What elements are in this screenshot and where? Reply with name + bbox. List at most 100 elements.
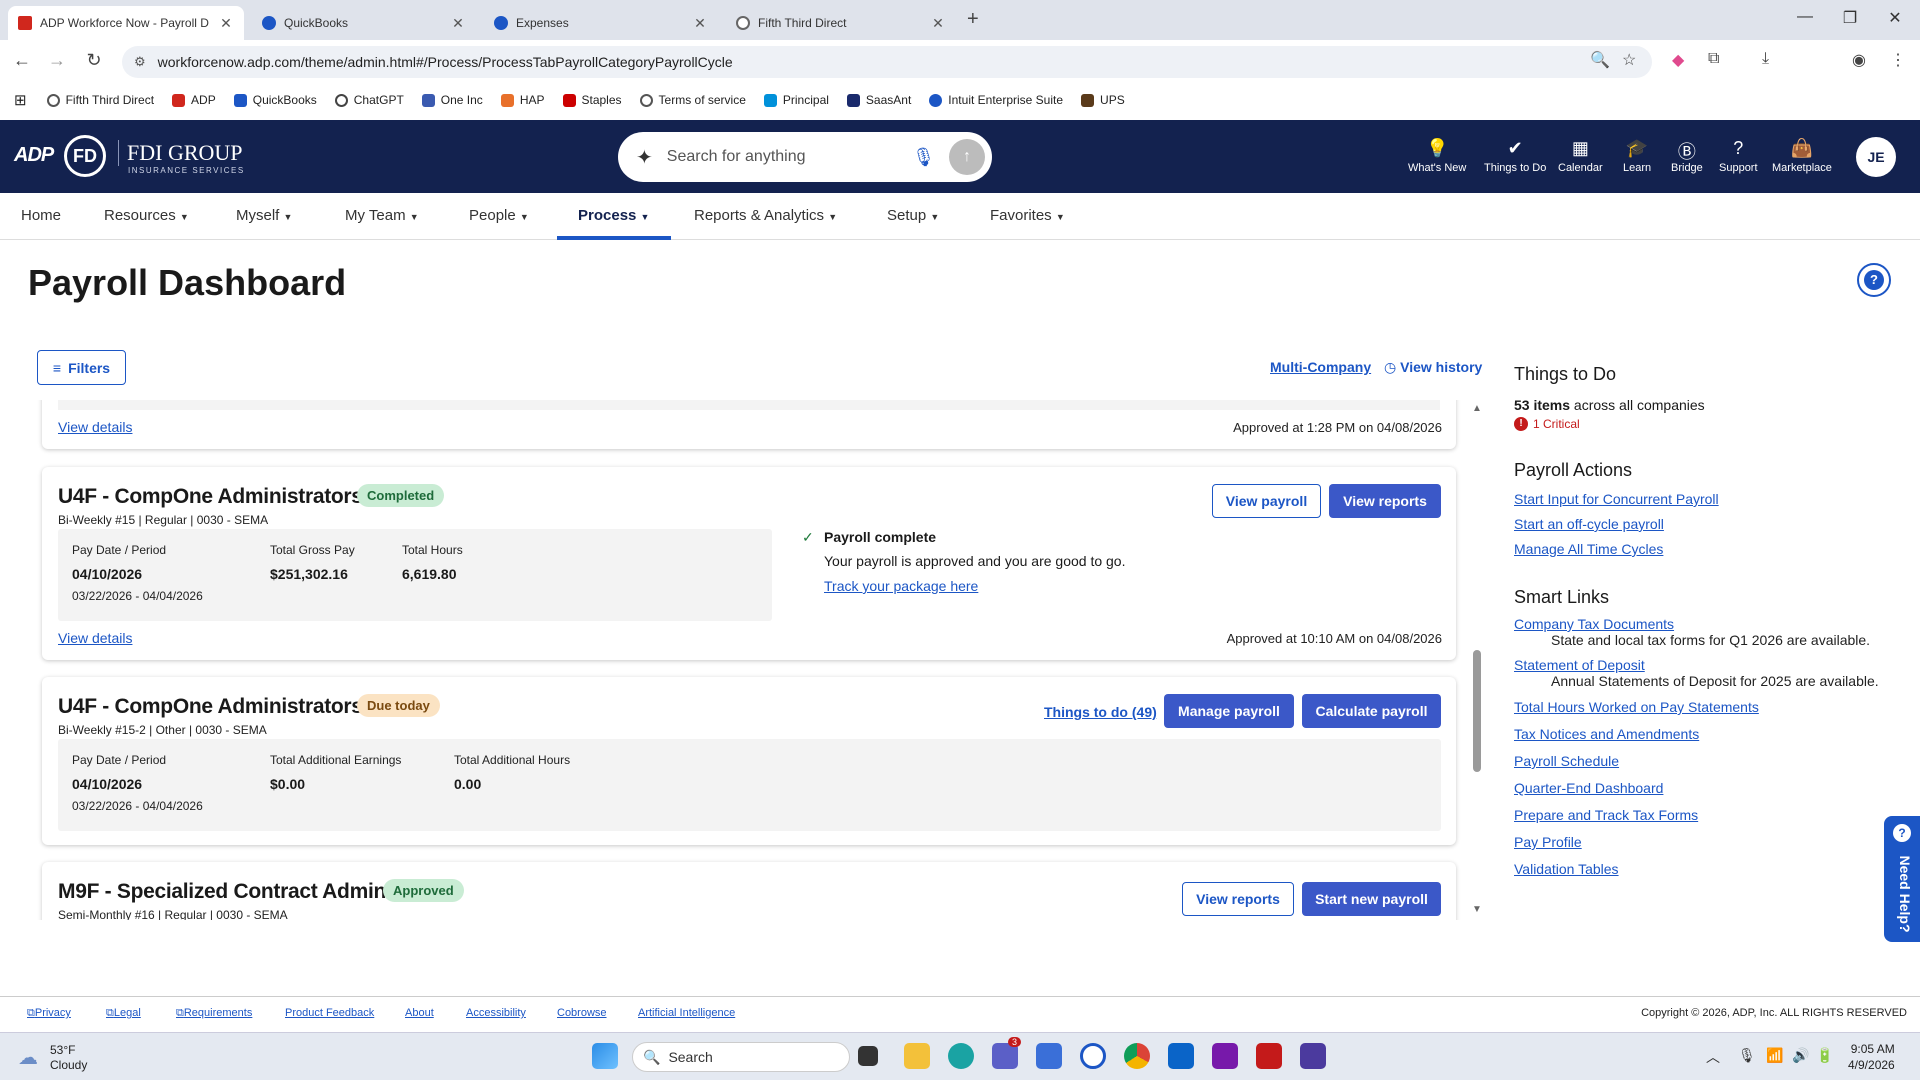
- footer-legal-link[interactable]: ⧉Legal: [106, 1007, 141, 1020]
- global-search[interactable]: ✦ Search for anything 🎙 ↑: [618, 132, 992, 182]
- menu-dots-icon[interactable]: ⋮: [1890, 50, 1906, 70]
- file-explorer-icon[interactable]: [904, 1043, 930, 1069]
- need-help-tab[interactable]: ? Need Help?: [1884, 816, 1920, 942]
- nav-home[interactable]: Home: [21, 207, 61, 224]
- view-payroll-button[interactable]: View payroll: [1212, 484, 1321, 518]
- quarter-end-dashboard-link[interactable]: Quarter-End Dashboard: [1514, 780, 1914, 796]
- view-details-link[interactable]: View details: [58, 630, 132, 646]
- things-to-do-link[interactable]: Things to do (49): [1044, 704, 1157, 720]
- network-app-icon[interactable]: [1036, 1043, 1062, 1069]
- start-new-payroll-button[interactable]: Start new payroll: [1302, 882, 1441, 916]
- taskbar-search[interactable]: 🔍 Search: [632, 1042, 850, 1072]
- windows-start-icon[interactable]: [592, 1043, 618, 1069]
- apps-grid-icon[interactable]: ⊞: [14, 91, 27, 109]
- acrobat-icon[interactable]: [1256, 1043, 1282, 1069]
- footer-product-feedback-link[interactable]: Product Feedback: [285, 1007, 374, 1019]
- scroll-down-arrow-icon[interactable]: ▼: [1472, 904, 1482, 915]
- wifi-icon[interactable]: 📶: [1766, 1047, 1783, 1064]
- footer-privacy-link[interactable]: ⧉Privacy: [27, 1007, 71, 1020]
- bookmark-star-icon[interactable]: ☆: [1622, 50, 1636, 70]
- bookmark-terms[interactable]: Terms of service: [639, 93, 746, 107]
- battery-icon[interactable]: 🔋: [1816, 1047, 1833, 1064]
- downloads-icon[interactable]: ⤓: [1762, 50, 1769, 68]
- bookmark-hap[interactable]: HAP: [500, 93, 545, 107]
- marketplace-button[interactable]: 👜 Marketplace: [1772, 138, 1832, 174]
- zoom-icon[interactable]: 🔍: [1590, 50, 1610, 70]
- close-tab-icon[interactable]: ✕: [450, 15, 466, 32]
- off-cycle-payroll-link[interactable]: Start an off-cycle payroll: [1514, 516, 1914, 532]
- bookmark-fifth-third[interactable]: Fifth Third Direct: [46, 93, 154, 107]
- adp-logo[interactable]: ADP: [14, 144, 54, 167]
- bookmark-quickbooks[interactable]: QuickBooks: [233, 93, 317, 107]
- company-tax-documents-link[interactable]: Company Tax Documents: [1514, 616, 1914, 632]
- outlook-icon[interactable]: [1168, 1043, 1194, 1069]
- minimize-icon[interactable]: —: [1785, 8, 1825, 26]
- calculate-payroll-button[interactable]: Calculate payroll: [1302, 694, 1441, 728]
- tax-forms-link[interactable]: Prepare and Track Tax Forms: [1514, 807, 1914, 823]
- nav-reports-analytics[interactable]: Reports & Analytics ▼: [694, 207, 837, 224]
- nav-myself[interactable]: Myself ▼: [236, 207, 292, 224]
- user-avatar[interactable]: JE: [1856, 137, 1896, 177]
- pay-profile-link[interactable]: Pay Profile: [1514, 834, 1914, 850]
- view-reports-button[interactable]: View reports: [1182, 882, 1294, 916]
- scroll-up-arrow-icon[interactable]: ▲: [1472, 403, 1482, 414]
- footer-cobrowse-link[interactable]: Cobrowse: [557, 1007, 607, 1019]
- back-arrow-icon[interactable]: ←: [10, 50, 34, 71]
- nav-my-team[interactable]: My Team ▼: [345, 207, 419, 224]
- close-tab-icon[interactable]: ✕: [218, 15, 234, 32]
- search-input[interactable]: Search for anything: [667, 148, 912, 166]
- tax-notices-link[interactable]: Tax Notices and Amendments: [1514, 726, 1914, 742]
- start-concurrent-payroll-link[interactable]: Start Input for Concurrent Payroll: [1514, 491, 1914, 507]
- page-help-icon[interactable]: ?: [1857, 263, 1891, 297]
- task-view-icon[interactable]: [858, 1046, 878, 1066]
- edge-icon[interactable]: [948, 1043, 974, 1069]
- footer-requirements-link[interactable]: ⧉Requirements: [176, 1007, 252, 1020]
- bridge-button[interactable]: Ⓑ Bridge: [1671, 138, 1703, 174]
- extensions-puzzle-icon[interactable]: ⧉: [1708, 50, 1719, 68]
- nav-setup[interactable]: Setup ▼: [887, 207, 939, 224]
- close-tab-icon[interactable]: ✕: [930, 15, 946, 32]
- close-tab-icon[interactable]: ✕: [692, 15, 708, 32]
- whats-new-button[interactable]: 💡 What's New: [1408, 138, 1466, 174]
- scrollbar-thumb[interactable]: [1473, 650, 1481, 772]
- tray-chevron-icon[interactable]: ︿: [1706, 1047, 1720, 1067]
- filters-button[interactable]: ≡ Filters: [37, 350, 126, 385]
- reload-icon[interactable]: ↻: [82, 50, 106, 71]
- nav-people[interactable]: People ▼: [469, 207, 529, 224]
- total-hours-link[interactable]: Total Hours Worked on Pay Statements: [1514, 699, 1914, 715]
- critical-alert[interactable]: ! 1 Critical: [1514, 417, 1914, 431]
- bookmark-intuit-enterprise[interactable]: Intuit Enterprise Suite: [929, 93, 1063, 107]
- site-info-icon[interactable]: ⚙: [134, 54, 146, 70]
- bookmark-ups[interactable]: UPS: [1081, 93, 1125, 107]
- bookmark-adp[interactable]: ADP: [172, 93, 216, 107]
- manage-time-cycles-link[interactable]: Manage All Time Cycles: [1514, 541, 1914, 557]
- microphone-icon[interactable]: 🎙: [912, 147, 935, 168]
- new-tab-plus-icon[interactable]: +: [967, 8, 979, 31]
- view-reports-button[interactable]: View reports: [1329, 484, 1441, 518]
- bookmark-saasant[interactable]: SaasAnt: [846, 93, 911, 107]
- multi-company-link[interactable]: Multi-Company: [1270, 359, 1371, 375]
- tray-mic-icon[interactable]: 🎙: [1738, 1047, 1756, 1064]
- view-history-link[interactable]: ◷ View history: [1384, 359, 1482, 376]
- system-clock[interactable]: 9:05 AM 4/9/2026: [1848, 1041, 1895, 1073]
- volume-icon[interactable]: 🔊: [1792, 1047, 1809, 1064]
- footer-about-link[interactable]: About: [405, 1007, 434, 1019]
- bookmark-one-inc[interactable]: One Inc: [421, 93, 483, 107]
- view-details-link[interactable]: View details: [58, 419, 132, 435]
- track-package-link[interactable]: Track your package here: [824, 578, 978, 594]
- bookmark-chatgpt[interactable]: ChatGPT: [334, 93, 404, 107]
- footer-accessibility-link[interactable]: Accessibility: [466, 1007, 526, 1019]
- payroll-schedule-link[interactable]: Payroll Schedule: [1514, 753, 1914, 769]
- close-window-icon[interactable]: ✕: [1875, 8, 1915, 28]
- tab-expenses[interactable]: Expenses ✕: [484, 6, 718, 40]
- app-icon[interactable]: [1300, 1043, 1326, 1069]
- chrome-icon[interactable]: [1124, 1043, 1150, 1069]
- forward-arrow-icon[interactable]: →: [45, 50, 69, 71]
- nav-favorites[interactable]: Favorites ▼: [990, 207, 1065, 224]
- nav-process[interactable]: Process ▼: [578, 207, 649, 224]
- support-button[interactable]: ? Support: [1719, 138, 1758, 174]
- bookmark-principal[interactable]: Principal: [763, 93, 829, 107]
- onenote-icon[interactable]: [1212, 1043, 1238, 1069]
- restore-icon[interactable]: ❐: [1830, 8, 1870, 28]
- calendar-button[interactable]: ▦ Calendar: [1558, 138, 1603, 174]
